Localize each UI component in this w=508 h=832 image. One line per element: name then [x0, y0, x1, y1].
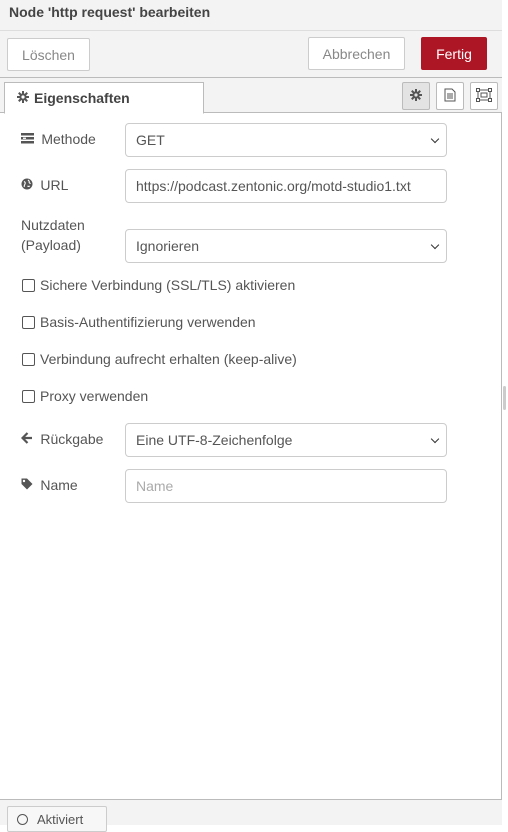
url-row: URL [21, 169, 451, 203]
ssl-checkbox[interactable] [22, 278, 35, 292]
return-label: Rückgabe [20, 429, 121, 450]
name-input[interactable] [125, 469, 447, 503]
cancel-button[interactable]: Abbrechen [308, 37, 405, 70]
keepalive-checkbox[interactable] [22, 352, 35, 366]
tool-description-button[interactable] [436, 82, 464, 110]
return-label-text: Rückgabe [40, 431, 104, 447]
description-icon [444, 88, 456, 105]
delete-button[interactable]: Löschen [7, 38, 90, 71]
return-value: Eine UTF-8-Zeichenfolge [136, 432, 293, 448]
proxy-checkbox-label: Proxy verwenden [40, 388, 149, 404]
method-value: GET [136, 132, 165, 148]
list-icon [21, 133, 37, 147]
url-input[interactable] [125, 169, 447, 203]
edit-tray: Node 'http request' bearbeiten Löschen A… [0, 0, 502, 832]
circle-icon [17, 814, 28, 825]
payload-label-line1: Nutzdaten [21, 217, 85, 233]
return-select[interactable]: Eine UTF-8-Zeichenfolge [125, 423, 447, 457]
payload-row: Nutzdaten (Payload) Ignorieren [21, 215, 451, 263]
basic-auth-checkbox-row[interactable]: Basis-Authentifizierung verwenden [22, 314, 256, 330]
url-label: URL [21, 175, 121, 196]
tag-icon [21, 478, 36, 493]
name-field[interactable] [136, 478, 436, 494]
payload-label-line2: (Payload) [21, 237, 81, 253]
resize-handle[interactable] [503, 386, 506, 410]
globe-icon [21, 178, 36, 193]
payload-select[interactable]: Ignorieren [125, 229, 447, 263]
basic-auth-checkbox-label: Basis-Authentifizierung verwenden [40, 314, 256, 330]
keepalive-checkbox-label: Verbindung aufrecht erhalten (keep-alive… [40, 351, 297, 367]
method-label-text: Methode [41, 131, 96, 147]
method-select[interactable]: GET [125, 123, 447, 157]
ssl-checkbox-row[interactable]: Sichere Verbindung (SSL/TLS) aktivieren [22, 277, 295, 293]
url-label-text: URL [40, 177, 69, 193]
tab-properties[interactable]: Eigenschaften [4, 82, 204, 114]
done-button[interactable]: Fertig [421, 37, 487, 70]
tray-header: Node 'http request' bearbeiten Löschen A… [0, 0, 502, 78]
arrow-left-icon [20, 432, 36, 447]
tab-bar: Eigenschaften [0, 78, 502, 114]
tab-label: Eigenschaften [34, 90, 130, 106]
tool-appearance-button[interactable] [470, 82, 498, 110]
ssl-checkbox-label: Sichere Verbindung (SSL/TLS) aktivieren [40, 277, 296, 293]
proxy-checkbox[interactable] [22, 389, 35, 403]
tool-settings-button[interactable] [402, 82, 430, 110]
proxy-checkbox-row[interactable]: Proxy verwenden [22, 388, 148, 404]
payload-label: Nutzdaten (Payload) [21, 215, 121, 255]
method-row: Methode GET [21, 123, 451, 157]
divider [0, 30, 502, 31]
name-label: Name [21, 475, 121, 496]
name-row: Name [21, 469, 451, 503]
dialog-title: Node 'http request' bearbeiten [9, 4, 211, 20]
gear-icon [17, 90, 29, 106]
appearance-icon [476, 87, 492, 105]
name-label-text: Name [40, 477, 78, 493]
payload-value: Ignorieren [136, 238, 200, 254]
return-row: Rückgabe Eine UTF-8-Zeichenfolge [20, 423, 451, 457]
tray-footer: Aktiviert [0, 799, 502, 832]
url-field[interactable] [136, 178, 436, 194]
method-label: Methode [21, 129, 121, 150]
keepalive-checkbox-row[interactable]: Verbindung aufrecht erhalten (keep-alive… [22, 351, 297, 367]
basic-auth-checkbox[interactable] [22, 315, 35, 329]
gear-icon [410, 88, 422, 104]
enabled-toggle[interactable]: Aktiviert [7, 806, 107, 832]
